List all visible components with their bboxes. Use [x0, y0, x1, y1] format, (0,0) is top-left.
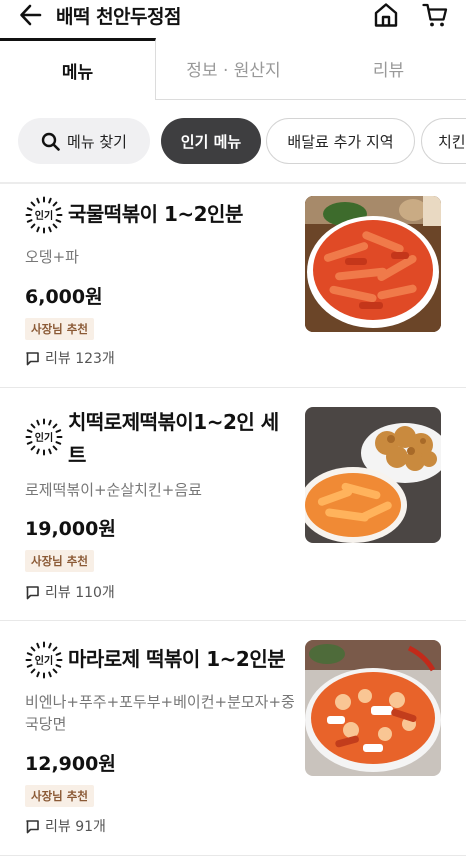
cart-button[interactable]	[421, 1, 449, 29]
owner-recommend-tag: 사장님 추천	[25, 318, 94, 340]
chip-chicken[interactable]: 치킨	[421, 118, 466, 164]
menu-item-name: 국물떡볶이 1~2인분	[68, 202, 243, 226]
comment-icon	[26, 585, 39, 599]
menu-item[interactable]: 인기 국물떡볶이 1~2인분 오뎅+파 6,000원 사장님 추천 리뷰 123…	[0, 184, 466, 388]
review-count-label: 리뷰 110개	[45, 585, 115, 601]
menu-item-description: 비엔나+푸주+포두부+베이컨+분모자+중국당면	[25, 693, 295, 733]
popular-badge-text: 인기	[35, 209, 53, 222]
tab-bar: 메뉴 정보 · 원산지 리뷰	[0, 38, 466, 100]
menu-item-price: 19,000원	[25, 518, 116, 540]
menu-item-name: 치떡로제떡볶이1~2인 세트	[68, 410, 279, 467]
popular-badge-icon: 인기	[25, 196, 63, 234]
menu-item-price: 12,900원	[25, 753, 116, 775]
menu-item-description: 오뎅+파	[25, 248, 79, 266]
comment-icon	[26, 819, 39, 833]
menu-search-label: 메뉴 찾기	[67, 132, 127, 151]
rose-tteokbokki-chicken-photo	[305, 407, 441, 543]
item-separator	[0, 855, 466, 856]
arrow-left-icon	[20, 4, 42, 26]
menu-item-photo[interactable]	[305, 407, 441, 543]
home-icon	[374, 3, 398, 27]
popular-badge-text: 인기	[35, 431, 53, 444]
owner-recommend-tag: 사장님 추천	[25, 785, 94, 807]
review-count-label: 리뷰 91개	[45, 819, 106, 835]
menu-search-button[interactable]: 메뉴 찾기	[18, 118, 150, 164]
chip-popular-menu[interactable]: 인기 메뉴	[161, 118, 261, 164]
menu-item[interactable]: 인기 치떡로제떡볶이1~2인 세트 로제떡볶이+순살치킨+음료 19,000원 …	[0, 388, 466, 620]
popular-badge-icon: 인기	[25, 641, 63, 679]
popular-badge-icon: 인기	[25, 418, 63, 456]
tab-review[interactable]: 리뷰	[311, 38, 466, 100]
review-count: 리뷰 91개	[25, 816, 106, 836]
menu-item-name: 마라로제 떡볶이 1~2인분	[68, 647, 286, 671]
popular-badge-text: 인기	[35, 654, 53, 667]
search-icon	[41, 132, 60, 151]
cart-icon	[422, 3, 448, 27]
home-button[interactable]	[372, 1, 400, 29]
mala-rose-tteokbokki-photo	[305, 640, 441, 776]
tab-info[interactable]: 정보 · 원산지	[156, 38, 311, 100]
menu-item-description: 로제떡볶이+순살치킨+음료	[25, 481, 202, 499]
menu-item[interactable]: 인기 마라로제 떡볶이 1~2인분 비엔나+푸주+포두부+베이컨+분모자+중국당…	[0, 621, 466, 857]
menu-item-photo[interactable]	[305, 640, 441, 776]
owner-recommend-tag: 사장님 추천	[25, 550, 94, 572]
top-bar: 배떡 천안두정점	[0, 0, 466, 30]
store-title: 배떡 천안두정점	[56, 6, 181, 28]
comment-icon	[26, 351, 39, 365]
back-button[interactable]	[18, 2, 44, 28]
tab-menu[interactable]: 메뉴	[0, 38, 156, 100]
chip-delivery-fee-area[interactable]: 배달료 추가 지역	[266, 118, 415, 164]
review-count: 리뷰 123개	[25, 348, 115, 368]
menu-item-photo[interactable]	[305, 196, 441, 332]
review-count: 리뷰 110개	[25, 582, 115, 602]
review-count-label: 리뷰 123개	[45, 351, 115, 367]
menu-item-price: 6,000원	[25, 286, 103, 308]
category-chips: 메뉴 찾기 인기 메뉴 배달료 추가 지역 치킨	[0, 118, 466, 166]
tteokbokki-photo	[305, 196, 441, 332]
